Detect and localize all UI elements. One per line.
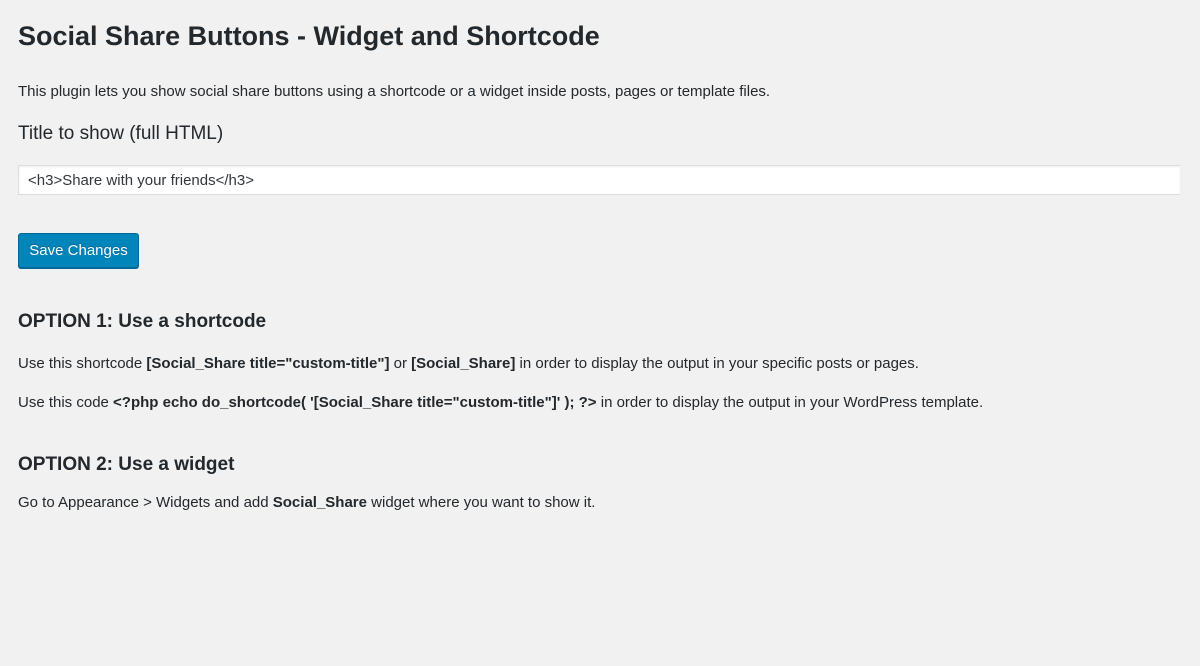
widget-name: Social_Share — [272, 494, 367, 511]
shortcode-plain: [Social_Share] — [411, 355, 516, 372]
option-2-heading: OPTION 2: Use a widget — [18, 454, 235, 475]
save-changes-button[interactable]: Save Changes — [18, 233, 139, 268]
shortcode-text-mid: or — [389, 355, 412, 372]
shortcode-with-title: [Social_Share title="custom-title"] — [146, 355, 390, 372]
template-code-instructions: Use this code <?php echo do_shortcode( '… — [18, 393, 983, 413]
widget-text-pre: Go to Appearance > Widgets and add — [18, 494, 273, 511]
widget-text-post: widget where you want to show it. — [366, 494, 596, 511]
option-1-heading: OPTION 1: Use a shortcode — [18, 311, 267, 332]
template-text-post: in order to display the output in your W… — [596, 394, 984, 411]
title-html-input[interactable] — [18, 165, 1180, 195]
template-text-pre: Use this code — [18, 394, 114, 411]
shortcode-text-pre: Use this shortcode — [18, 355, 147, 372]
php-code-snippet: <?php echo do_shortcode( '[Social_Share … — [113, 394, 597, 411]
title-field-label: Title to show (full HTML) — [18, 123, 224, 144]
shortcode-instructions: Use this shortcode [Social_Share title="… — [18, 354, 919, 374]
widget-instructions: Go to Appearance > Widgets and add Socia… — [18, 493, 595, 513]
page-title: Social Share Buttons - Widget and Shortc… — [18, 21, 600, 51]
plugin-description: This plugin lets you show social share b… — [18, 83, 771, 100]
shortcode-text-post: in order to display the output in your s… — [515, 355, 919, 372]
